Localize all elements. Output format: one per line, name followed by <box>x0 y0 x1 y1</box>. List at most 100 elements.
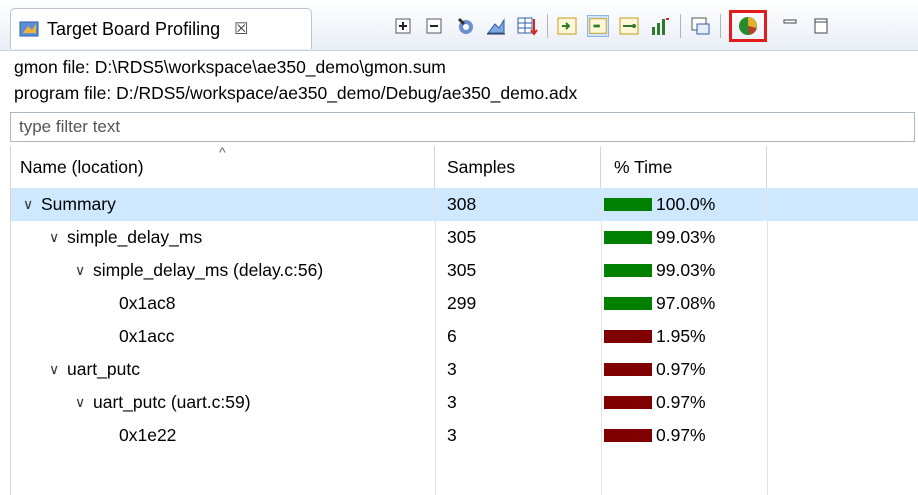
row-name-cell: 0x1e22 <box>119 419 176 452</box>
time-bar <box>604 231 652 244</box>
filter-box <box>10 112 915 142</box>
table-row[interactable]: ∨ simple_delay_ms (delay.c:56) 305 99.03% <box>11 254 918 287</box>
time-bar <box>604 198 652 211</box>
view-title-bar: Target Board Profiling ☒ <box>0 0 918 51</box>
row-samples: 305 <box>447 227 477 247</box>
export-icon[interactable] <box>516 15 538 37</box>
row-time: 99.03% <box>656 227 716 247</box>
maximize-icon[interactable] <box>810 15 832 37</box>
expand-chevron-icon[interactable]: ∨ <box>75 394 93 411</box>
gmon-file-label: gmon file: D:\RDS5\workspace\ae350_demo\… <box>14 57 446 77</box>
expand-chevron-icon[interactable]: ∨ <box>49 361 67 378</box>
minimize-icon[interactable] <box>779 15 801 37</box>
column-header-samples[interactable]: Samples <box>435 146 601 188</box>
view-tab[interactable]: Target Board Profiling ☒ <box>10 8 312 49</box>
profiling-view-icon <box>19 21 39 37</box>
row-name: uart_putc (uart.c:59) <box>93 392 251 412</box>
row-name: 0x1acc <box>119 326 175 346</box>
column-header-time[interactable]: % Time <box>601 146 767 188</box>
expand-chevron-icon[interactable]: ∨ <box>49 229 67 246</box>
chart-icon[interactable] <box>485 15 507 37</box>
view-toolbar <box>392 10 841 42</box>
row-name: Summary <box>41 194 116 214</box>
time-bar <box>604 297 652 310</box>
row-name-cell: 0x1ac8 <box>119 287 175 320</box>
bar-view-icon[interactable] <box>587 15 609 37</box>
time-bar <box>604 264 652 277</box>
row-name-cell: ∨ Summary <box>23 188 116 221</box>
row-name: 0x1ac8 <box>119 293 176 313</box>
column-divider <box>435 188 436 495</box>
toolbar-separator <box>547 14 548 38</box>
sort-ascending-icon: ^ <box>219 144 226 160</box>
row-samples: 308 <box>447 194 477 214</box>
filter-input[interactable] <box>11 113 914 141</box>
table-row[interactable]: ∨ uart_putc 3 0.97% <box>11 353 918 386</box>
toolbar-separator <box>720 14 721 38</box>
row-time-cell: 99.03% <box>604 221 715 254</box>
toolbar-separator <box>680 14 681 38</box>
hotspot-icon[interactable] <box>454 15 476 37</box>
table-row[interactable]: 0x1e22 3 0.97% <box>11 419 918 452</box>
row-samples: 3 <box>447 359 457 379</box>
row-time: 0.97% <box>656 425 706 445</box>
row-name-cell: ∨ simple_delay_ms (delay.c:56) <box>75 254 323 287</box>
row-time-cell: 0.97% <box>604 386 706 419</box>
refresh-icon[interactable] <box>689 15 711 37</box>
row-samples: 299 <box>447 293 477 313</box>
expand-all-icon[interactable] <box>392 15 414 37</box>
row-name-cell: ∨ uart_putc (uart.c:59) <box>75 386 251 419</box>
table-row[interactable]: 0x1acc 6 1.95% <box>11 320 918 353</box>
column-header-empty <box>767 146 918 188</box>
row-name: simple_delay_ms <box>67 227 203 247</box>
bar-view-2-icon[interactable] <box>618 15 640 37</box>
row-time: 99.03% <box>656 260 716 280</box>
table-row[interactable]: 0x1ac8 299 97.08% <box>11 287 918 320</box>
time-bar <box>604 429 652 442</box>
row-time-cell: 97.08% <box>604 287 715 320</box>
row-time: 100.0% <box>656 194 716 214</box>
bar-view-3-icon[interactable] <box>649 15 671 37</box>
table-row[interactable]: ∨ uart_putc (uart.c:59) 3 0.97% <box>11 386 918 419</box>
table-row[interactable]: ∨ Summary 308 100.0% <box>11 188 918 221</box>
column-divider <box>767 188 768 495</box>
row-name: uart_putc <box>67 359 140 379</box>
profile-table: Name (location) ^ Samples % Time ∨ Summar… <box>10 144 918 495</box>
collapse-all-icon[interactable] <box>423 15 445 37</box>
column-divider <box>601 188 602 495</box>
view-title: Target Board Profiling <box>47 18 221 39</box>
expand-chevron-icon[interactable]: ∨ <box>75 262 93 279</box>
row-time: 1.95% <box>656 326 706 346</box>
row-name-cell: ∨ simple_delay_ms <box>49 221 202 254</box>
row-name: simple_delay_ms (delay.c:56) <box>93 260 324 280</box>
row-name-cell: ∨ uart_putc <box>49 353 140 386</box>
row-name: 0x1e22 <box>119 425 177 445</box>
row-time: 0.97% <box>656 359 706 379</box>
table-row[interactable]: ∨ simple_delay_ms 305 99.03% <box>11 221 918 254</box>
program-file-label: program file: D:/RDS5/workspace/ae350_de… <box>14 83 578 103</box>
row-samples: 305 <box>447 260 477 280</box>
column-header-samples-label: Samples <box>447 156 516 177</box>
expand-chevron-icon[interactable]: ∨ <box>23 196 41 213</box>
row-time: 0.97% <box>656 392 706 412</box>
close-icon[interactable]: ☒ <box>234 19 248 39</box>
row-time-cell: 1.95% <box>604 320 706 353</box>
row-time-cell: 0.97% <box>604 419 706 452</box>
row-time-cell: 99.03% <box>604 254 715 287</box>
row-samples: 3 <box>447 425 457 445</box>
time-bar <box>604 330 652 343</box>
pie-chart-icon[interactable] <box>729 10 767 42</box>
sort-icon[interactable] <box>556 15 578 37</box>
time-bar <box>604 396 652 409</box>
row-samples: 6 <box>447 326 457 346</box>
column-header-name-label: Name (location) <box>20 156 144 177</box>
row-time-cell: 0.97% <box>604 353 706 386</box>
row-time: 97.08% <box>656 293 716 313</box>
column-header-name[interactable]: Name (location) ^ <box>11 144 435 188</box>
row-name-cell: 0x1acc <box>119 320 174 353</box>
time-bar <box>604 363 652 376</box>
row-time-cell: 100.0% <box>604 188 715 221</box>
table-header: Name (location) ^ Samples % Time <box>11 144 918 189</box>
column-header-time-label: % Time <box>614 156 673 177</box>
row-samples: 3 <box>447 392 457 412</box>
